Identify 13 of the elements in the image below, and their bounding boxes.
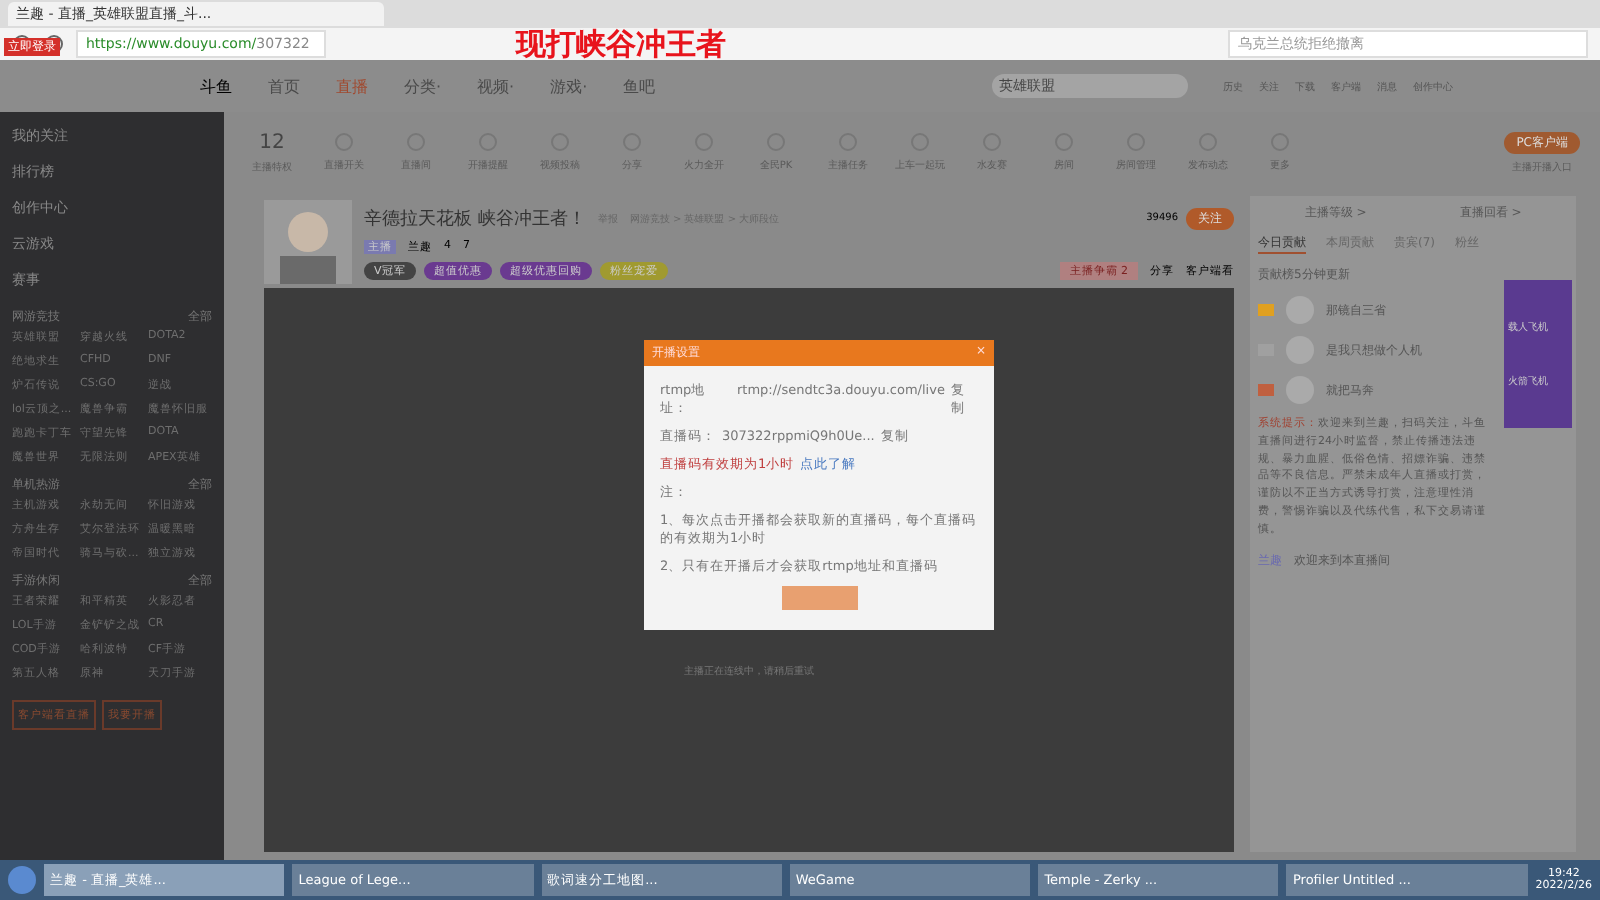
start-button[interactable] [8,866,36,894]
nav-item[interactable]: 视频· [477,75,515,97]
room-title: 辛德拉天花板 峡谷冲王者！ [364,207,586,231]
nav-item[interactable]: 直播 [336,75,368,97]
start-button[interactable] [781,586,857,610]
privilege-count: 12 [259,131,285,153]
avatar [264,200,352,284]
nav-item[interactable]: 鱼吧 [623,75,656,97]
nav-item[interactable]: 首页 [268,75,300,97]
nav-item[interactable]: 游戏· [550,75,588,97]
nav-item[interactable]: 分类· [404,75,442,97]
site-logo: 斗鱼 [200,75,232,97]
overlay-title: 现打峡谷冲王者 [516,26,726,64]
